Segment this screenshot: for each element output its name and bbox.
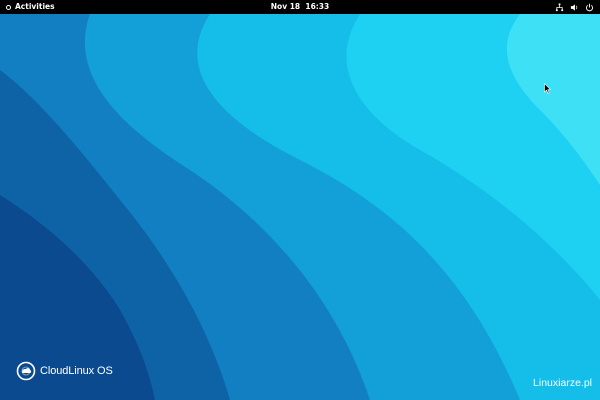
cloudlinux-branding: CloudLinux OS — [16, 360, 113, 382]
activities-button[interactable]: Activities — [6, 0, 55, 14]
desktop: Activities Nov 18 16:33 CloudLinux OS Li… — [0, 0, 600, 400]
brand-text: CloudLinux OS — [40, 365, 113, 377]
watermark: Linuxiarze.pl — [533, 377, 592, 389]
system-tray — [555, 0, 594, 14]
activities-label: Activities — [15, 2, 55, 11]
wallpaper — [0, 0, 600, 400]
activities-icon — [6, 4, 11, 10]
clock[interactable]: Nov 18 16:33 — [271, 2, 329, 11]
power-icon[interactable] — [585, 3, 594, 12]
volume-icon[interactable] — [570, 3, 579, 12]
network-icon[interactable] — [555, 2, 564, 12]
top-bar: Activities Nov 18 16:33 — [0, 0, 600, 14]
clock-container: Nov 18 16:33 — [0, 0, 600, 14]
cloudlinux-logo-icon — [16, 361, 36, 381]
mouse-cursor-icon — [544, 83, 551, 94]
